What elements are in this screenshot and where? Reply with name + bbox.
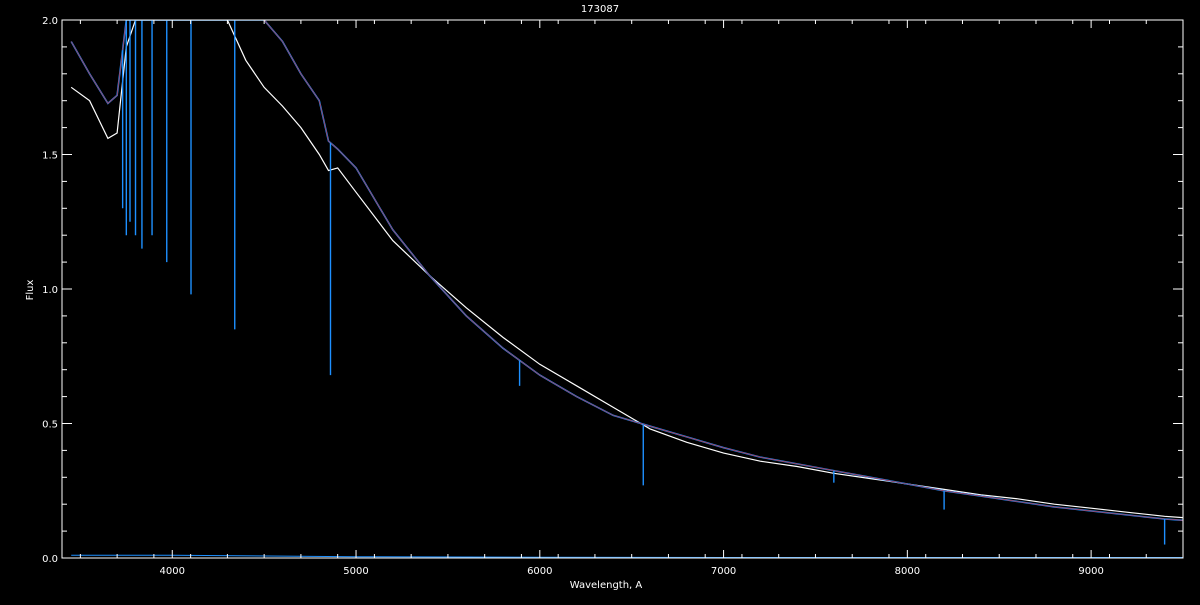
x-tick-label: 7000 bbox=[711, 566, 736, 577]
x-tick-label: 6000 bbox=[527, 566, 552, 577]
x-axis-label: Wavelength, A bbox=[570, 580, 643, 591]
y-tick-label: 0.0 bbox=[42, 554, 58, 565]
y-tick-label: 1.0 bbox=[42, 285, 58, 296]
y-tick-label: 0.5 bbox=[42, 420, 58, 431]
x-tick-label: 5000 bbox=[343, 566, 368, 577]
plot-background bbox=[0, 0, 1200, 600]
x-tick-label: 4000 bbox=[160, 566, 185, 577]
spectrum-chart: 4000 5000 6000 7000 8000 9000 0.0 0.5 1.0 1.5 2.0 … bbox=[0, 0, 1200, 600]
y-tick-label: 1.5 bbox=[42, 151, 58, 162]
spectrum-plot: 4000 5000 6000 7000 8000 90000.00.51.01.52.0 … bbox=[0, 0, 1200, 600]
y-tick-label: 2.0 bbox=[42, 16, 58, 27]
y-axis-label: Flux bbox=[25, 280, 36, 301]
x-tick-label: 8000 bbox=[895, 566, 920, 577]
chart-title: 173087 bbox=[581, 4, 619, 15]
x-tick-label: 9000 bbox=[1078, 566, 1103, 577]
